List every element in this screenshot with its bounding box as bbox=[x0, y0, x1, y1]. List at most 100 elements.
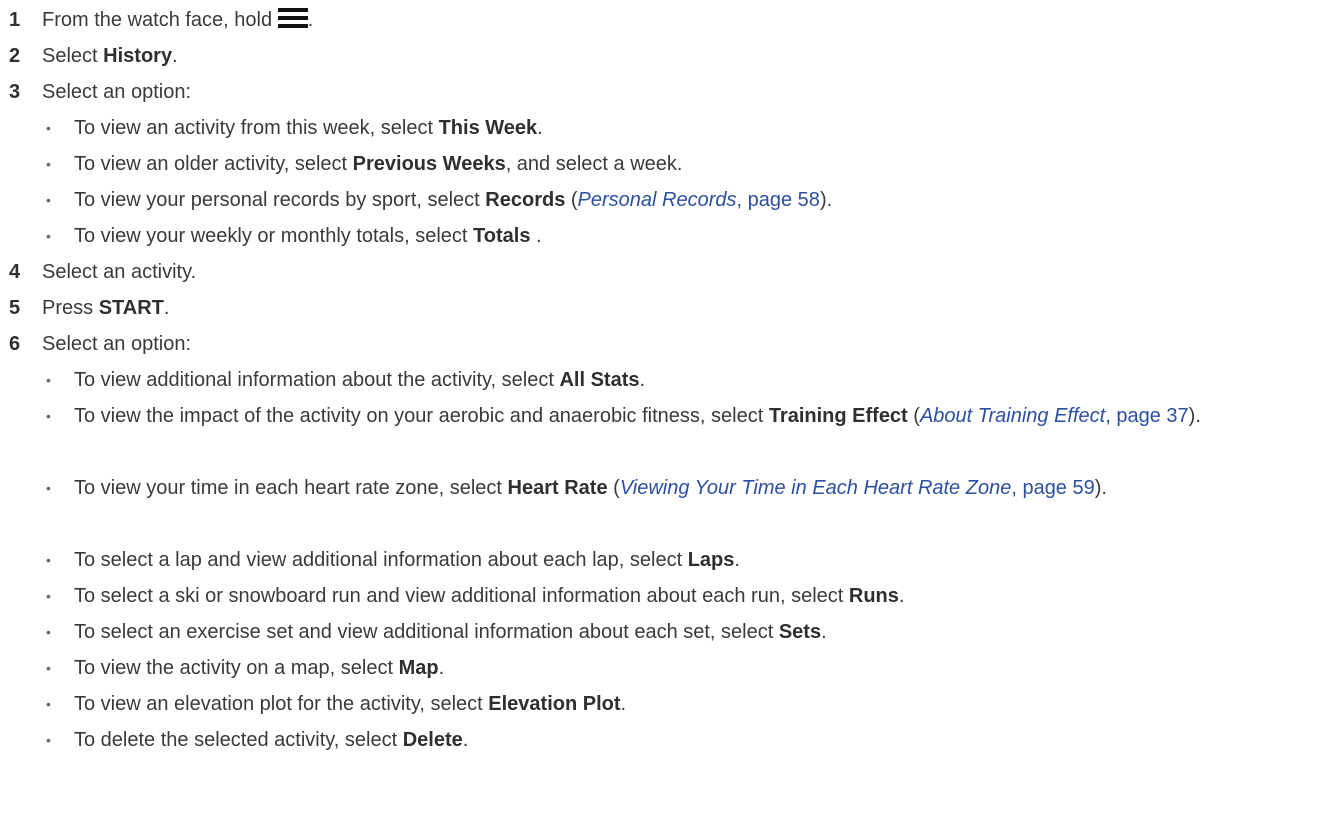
link-page[interactable]: , page 37 bbox=[1105, 405, 1188, 427]
bullet-text-mid: ( bbox=[565, 189, 578, 211]
step-text-post: . bbox=[172, 45, 178, 67]
bullet-dot: • bbox=[46, 696, 51, 712]
link-page[interactable]: , page 58 bbox=[737, 189, 820, 211]
bullet-dot: • bbox=[46, 408, 51, 424]
step-text: Select an option: bbox=[42, 333, 191, 355]
bullet-dot: • bbox=[46, 588, 51, 604]
bullet-dot: • bbox=[46, 120, 51, 136]
step-3: 3 Select an option: bbox=[0, 74, 1317, 110]
menu-icon bbox=[277, 8, 308, 28]
step-text-pre: From the watch face, hold bbox=[42, 9, 278, 31]
menu-option-map: Map bbox=[398, 657, 439, 679]
step-text-post: . bbox=[163, 297, 170, 319]
step-6: 6 Select an option: bbox=[0, 326, 1317, 362]
cross-reference-link[interactable]: About Training Effect, page 37 bbox=[920, 405, 1189, 427]
bullet-text-post: . bbox=[530, 225, 542, 247]
step-text-pre: Select bbox=[42, 45, 104, 67]
step-text: Select History. bbox=[42, 38, 178, 74]
bullet-dot: • bbox=[46, 192, 51, 208]
link-title[interactable]: Personal Records bbox=[578, 189, 737, 211]
bullet-text-mid: ( bbox=[607, 477, 620, 499]
step-text-post: . bbox=[307, 9, 314, 31]
link-title[interactable]: About Training Effect bbox=[920, 405, 1105, 427]
bullet-text-pre: To view your time in each heart rate zon… bbox=[74, 477, 508, 499]
bullet-dot: • bbox=[46, 228, 51, 244]
bullet-text-pre: To view your weekly or monthly totals, s… bbox=[74, 225, 474, 247]
cross-reference-link[interactable]: Personal Records, page 58 bbox=[578, 189, 820, 211]
bullet-text: To view an elevation plot for the activi… bbox=[74, 686, 626, 722]
menu-option-previous-weeks: Previous Weeks bbox=[352, 153, 506, 175]
step-number: 1 bbox=[9, 9, 21, 31]
bullet-text-pre: To select an exercise set and view addit… bbox=[74, 621, 779, 643]
bullet-text-pre: To select a lap and view additional info… bbox=[74, 549, 688, 571]
bullet-text-pre: To delete the selected activity, select bbox=[74, 729, 403, 751]
step-text: Select an option: bbox=[42, 81, 191, 103]
step-number: 3 bbox=[9, 81, 21, 103]
bullet-text-post: . bbox=[821, 621, 827, 643]
bullet-text-post: . bbox=[898, 585, 905, 607]
bullet-text: To select a ski or snowboard run and vie… bbox=[74, 578, 904, 614]
bullet-dot: • bbox=[46, 552, 51, 568]
step-1: 1 From the watch face, hold . bbox=[0, 2, 1317, 38]
step-2: 2 Select History. bbox=[0, 38, 1317, 74]
menu-option-records: Records bbox=[485, 189, 566, 211]
bullet-text: To delete the selected activity, select … bbox=[74, 722, 468, 758]
bullet-text-pre: To view an older activity, select bbox=[74, 153, 353, 175]
menu-option-heart-rate: Heart Rate bbox=[507, 477, 608, 499]
bullet-text-post: ). bbox=[1188, 405, 1201, 427]
bullet-text: To select an exercise set and view addit… bbox=[74, 614, 827, 650]
menu-option-runs: Runs bbox=[848, 585, 899, 607]
bullet-text: To view additional information about the… bbox=[74, 362, 645, 398]
step-number: 6 bbox=[9, 333, 21, 355]
step-number: 5 bbox=[9, 297, 21, 319]
step-text: Select an activity. bbox=[42, 261, 197, 283]
bullet-dot: • bbox=[46, 372, 51, 388]
menu-option-training-effect: Training Effect bbox=[768, 405, 908, 427]
bullet-text-pre: To view the activity on a map, select bbox=[74, 657, 399, 679]
step-5: 5 Press START. bbox=[0, 290, 1317, 326]
bullet-text-post: , and select a week. bbox=[505, 153, 683, 175]
step-text: Press START. bbox=[42, 290, 169, 326]
bullet-text-post: ). bbox=[1094, 477, 1107, 499]
menu-option-all-stats: All Stats bbox=[559, 369, 640, 391]
menu-option-history: History bbox=[103, 45, 173, 67]
bullet-text: To select a lap and view additional info… bbox=[74, 542, 740, 578]
bullet-text-post: . bbox=[537, 117, 543, 139]
link-page[interactable]: , page 59 bbox=[1011, 477, 1094, 499]
bullet-text: To view your personal records by sport, … bbox=[74, 182, 832, 218]
bullet-text: To view an older activity, select Previo… bbox=[74, 146, 682, 182]
bullet-dot: • bbox=[46, 732, 51, 748]
step-4: 4 Select an activity. bbox=[0, 254, 1317, 290]
bullet-text-pre: To select a ski or snowboard run and vie… bbox=[74, 585, 849, 607]
bullet-text: To view an activity from this week, sele… bbox=[74, 110, 543, 146]
bullet-text-post: . bbox=[639, 369, 646, 391]
bullet-text-pre: To view your personal records by sport, … bbox=[74, 189, 486, 211]
menu-option-totals: Totals bbox=[473, 225, 531, 247]
bullet-text-pre: To view an elevation plot for the activi… bbox=[74, 693, 489, 715]
bullet-text-post: . bbox=[620, 693, 627, 715]
menu-option-sets: Sets bbox=[778, 621, 822, 643]
bullet-text-pre: To view additional information about the… bbox=[74, 369, 560, 391]
bullet-text-post: . bbox=[734, 549, 740, 571]
step-text-pre: Press bbox=[42, 297, 99, 319]
instruction-page: 1 From the watch face, hold . 2 Select H… bbox=[0, 0, 1317, 821]
bullet-text: To view the impact of the activity on yo… bbox=[74, 398, 1294, 434]
bullet-dot: • bbox=[46, 156, 51, 172]
step-text: From the watch face, hold . bbox=[42, 2, 313, 38]
bullet-text: To view your weekly or monthly totals, s… bbox=[74, 218, 542, 254]
bullet-text-pre: To view the impact of the activity on yo… bbox=[74, 405, 769, 427]
bullet-text-pre: To view an activity from this week, sele… bbox=[74, 117, 439, 139]
bullet-text-post: . bbox=[462, 729, 469, 751]
bullet-dot: • bbox=[46, 624, 51, 640]
menu-option-laps: Laps bbox=[687, 549, 735, 571]
step-number: 2 bbox=[9, 45, 21, 67]
menu-option-this-week: This Week bbox=[438, 117, 538, 139]
button-name-start: START bbox=[98, 297, 164, 319]
step-number: 4 bbox=[9, 261, 21, 283]
bullet-text: To view your time in each heart rate zon… bbox=[74, 470, 1294, 506]
bullet-dot: • bbox=[46, 660, 51, 676]
bullet-text-post: ). bbox=[819, 189, 833, 211]
link-title[interactable]: Viewing Your Time in Each Heart Rate Zon… bbox=[620, 477, 1012, 499]
cross-reference-link[interactable]: Viewing Your Time in Each Heart Rate Zon… bbox=[620, 477, 1095, 499]
bullet-text-post: . bbox=[438, 657, 445, 679]
